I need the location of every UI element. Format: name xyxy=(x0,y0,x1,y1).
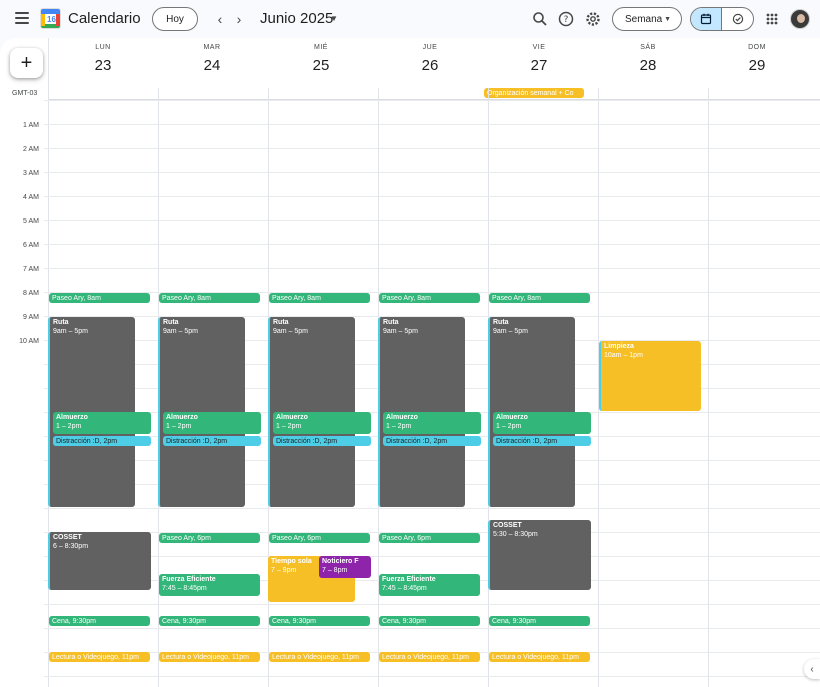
menu-icon[interactable] xyxy=(12,9,32,29)
avatar[interactable] xyxy=(790,9,810,29)
day-header-sun[interactable]: DOM 29 xyxy=(702,44,812,74)
event-paseo-am[interactable]: Paseo Ary, 8am xyxy=(159,293,260,303)
hour-gridline xyxy=(44,220,820,221)
calendar-app: 16 Calendario Hoy ‹ › Junio 2025 ▼ ? Sem… xyxy=(0,0,820,687)
hour-gridline xyxy=(44,604,820,605)
day-header-sat[interactable]: SÁB 28 xyxy=(593,44,703,74)
prev-week-icon[interactable]: ‹ xyxy=(210,9,230,29)
today-button[interactable]: Hoy xyxy=(152,7,198,31)
help-icon[interactable]: ? xyxy=(556,9,576,29)
event-cena[interactable]: Cena, 9:30pm xyxy=(269,616,370,626)
event-distraccion[interactable]: Distracción :D, 2pm xyxy=(53,436,151,446)
svg-text:?: ? xyxy=(564,15,569,25)
event-lectura[interactable]: Lectura o Videojuego, 11pm xyxy=(159,652,260,662)
hour-gridline xyxy=(44,148,820,149)
event-distraccion[interactable]: Distracción :D, 2pm xyxy=(493,436,591,446)
hour-label: 8 AM xyxy=(23,290,39,297)
hour-label: 5 AM xyxy=(23,218,39,225)
event-cena[interactable]: Cena, 9:30pm xyxy=(379,616,480,626)
view-toggle xyxy=(690,7,754,31)
event-cosset[interactable]: COSSET 5:30 – 8:30pm xyxy=(488,520,591,590)
event-distraccion[interactable]: Distracción :D, 2pm xyxy=(383,436,481,446)
calendar-view-icon[interactable] xyxy=(691,8,723,30)
apps-icon[interactable] xyxy=(762,9,782,29)
event-paseo-pm[interactable]: Paseo Ary, 6pm xyxy=(159,533,260,543)
side-panel-toggle-icon[interactable]: ‹ xyxy=(804,659,820,679)
tasks-view-icon[interactable] xyxy=(722,8,753,30)
hour-gridline xyxy=(44,676,820,677)
hour-gridline xyxy=(44,244,820,245)
top-bar: 16 Calendario Hoy ‹ › Junio 2025 ▼ ? Sem… xyxy=(0,0,820,38)
event-lectura[interactable]: Lectura o Videojuego, 11pm xyxy=(269,652,370,662)
event-paseo-am[interactable]: Paseo Ary, 8am xyxy=(49,293,150,303)
event-paseo-am[interactable]: Paseo Ary, 8am xyxy=(269,293,370,303)
hour-gridline xyxy=(44,268,820,269)
event-lectura[interactable]: Lectura o Videojuego, 11pm xyxy=(379,652,480,662)
event-paseo-pm[interactable]: Paseo Ary, 6pm xyxy=(269,533,370,543)
next-week-icon[interactable]: › xyxy=(229,9,249,29)
event-noticiero[interactable]: Noticiero F7 – 8pm xyxy=(319,556,371,578)
search-icon[interactable] xyxy=(530,9,550,29)
calendar-main: + LUN 23 MAR 24 MIÉ 25 JUE 26 VIE 27 SÁB 28 DO… xyxy=(0,38,820,687)
hour-gridline xyxy=(44,172,820,173)
hour-label: 7 AM xyxy=(23,266,39,273)
timezone-label: GMT-03 xyxy=(12,90,38,97)
view-select-label: Semana xyxy=(625,13,663,25)
day-header-wed[interactable]: MIÉ 25 xyxy=(266,44,376,74)
event-cena[interactable]: Cena, 9:30pm xyxy=(159,616,260,626)
event-almuerzo[interactable]: Almuerzo 1 – 2pm xyxy=(53,412,151,434)
logo-day: 16 xyxy=(47,15,56,24)
event-almuerzo[interactable]: Almuerzo 1 – 2pm xyxy=(383,412,481,434)
event-paseo-am[interactable]: Paseo Ary, 8am xyxy=(489,293,590,303)
event-fuerza[interactable]: Fuerza Eficiente 7:45 – 8:45pm xyxy=(159,574,260,596)
event-paseo-pm[interactable]: Paseo Ary, 6pm xyxy=(379,533,480,543)
hour-label: 3 AM xyxy=(23,170,39,177)
chevron-down-icon[interactable]: ▼ xyxy=(330,14,338,23)
day-header-mon[interactable]: LUN 23 xyxy=(48,44,158,74)
hour-label: 4 AM xyxy=(23,194,39,201)
hour-gridline xyxy=(44,508,820,509)
event-almuerzo[interactable]: Almuerzo 1 – 2pm xyxy=(163,412,261,434)
hour-gridline xyxy=(44,196,820,197)
event-cena[interactable]: Cena, 9:30pm xyxy=(49,616,150,626)
day-header-tue[interactable]: MAR 24 xyxy=(157,44,267,74)
create-button[interactable]: + xyxy=(10,48,43,78)
event-almuerzo[interactable]: Almuerzo 1 – 2pm xyxy=(273,412,371,434)
app-title: Calendario xyxy=(68,10,141,27)
settings-icon[interactable] xyxy=(583,9,603,29)
event-distraccion[interactable]: Distracción :D, 2pm xyxy=(163,436,261,446)
chevron-down-icon: ▼ xyxy=(664,16,671,23)
event-limpieza[interactable]: Limpieza 10am – 1pm xyxy=(599,341,701,411)
event-distraccion[interactable]: Distracción :D, 2pm xyxy=(273,436,371,446)
hour-label: 9 AM xyxy=(23,314,39,321)
hour-gridline xyxy=(44,628,820,629)
event-lectura[interactable]: Lectura o Videojuego, 11pm xyxy=(49,652,150,662)
day-header-thu[interactable]: JUE 26 xyxy=(375,44,485,74)
allday-event[interactable]: Organización semanal + Co xyxy=(484,88,584,98)
event-fuerza[interactable]: Fuerza Eficiente 7:45 – 8:45pm xyxy=(379,574,480,596)
calendar-logo-icon: 16 xyxy=(40,8,61,29)
event-cena[interactable]: Cena, 9:30pm xyxy=(489,616,590,626)
hour-label: 10 AM xyxy=(19,338,39,345)
day-header-fri[interactable]: VIE 27 xyxy=(484,44,594,74)
hour-label: 6 AM xyxy=(23,242,39,249)
event-almuerzo[interactable]: Almuerzo 1 – 2pm xyxy=(493,412,591,434)
hour-label: 1 AM xyxy=(23,122,39,129)
month-label[interactable]: Junio 2025 xyxy=(260,10,333,27)
hour-gridline xyxy=(44,124,820,125)
event-lectura[interactable]: Lectura o Videojuego, 11pm xyxy=(489,652,590,662)
event-cosset[interactable]: COSSET 6 – 8:30pm xyxy=(48,532,151,590)
hour-label: 2 AM xyxy=(23,146,39,153)
event-paseo-am[interactable]: Paseo Ary, 8am xyxy=(379,293,480,303)
hour-gridline xyxy=(44,100,820,101)
hour-gridline xyxy=(44,556,820,557)
view-select[interactable]: Semana ▼ xyxy=(612,7,682,31)
